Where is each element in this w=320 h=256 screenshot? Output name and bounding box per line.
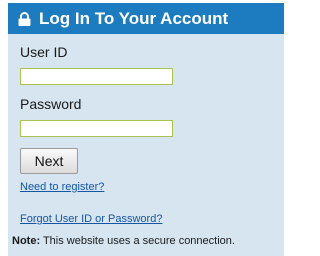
password-label: Password: [20, 96, 82, 112]
user-id-input[interactable]: [20, 68, 173, 85]
register-link[interactable]: Need to register?: [20, 181, 104, 193]
note-label: Note:: [12, 235, 41, 247]
login-header: Log In To Your Account: [8, 3, 284, 34]
next-button[interactable]: Next: [20, 148, 78, 174]
login-title: Log In To Your Account: [39, 9, 229, 28]
lock-icon: [18, 12, 31, 26]
password-input[interactable]: [20, 120, 173, 137]
note-text: This website uses a secure connection.: [40, 235, 235, 247]
user-id-label: User ID: [20, 44, 68, 60]
forgot-credentials-link[interactable]: Forgot User ID or Password?: [20, 213, 162, 225]
login-panel: Log In To Your Account User ID Password …: [8, 3, 284, 256]
secure-connection-note: Note: This website uses a secure connect…: [12, 235, 235, 247]
